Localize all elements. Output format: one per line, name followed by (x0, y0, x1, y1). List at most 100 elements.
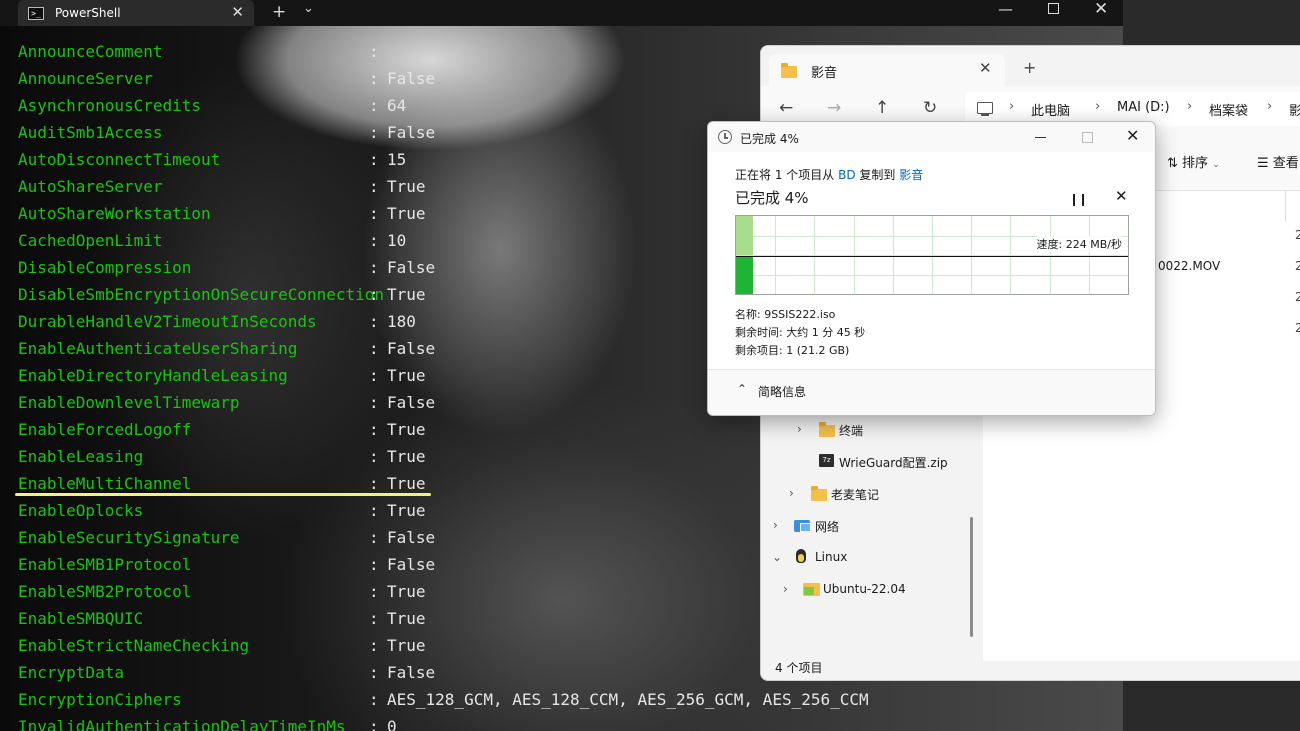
property-separator: : (369, 312, 379, 331)
property-name: EnableDownlevelTimewarp (18, 393, 240, 412)
property-value: False (387, 258, 436, 277)
scrollbar-thumb[interactable] (970, 517, 973, 637)
linux-penguin-icon (796, 549, 806, 563)
tree-item-zip[interactable]: WrieGuard配置.zip (839, 454, 948, 471)
property-name: InvalidAuthenticationDelayTimeInMs (18, 717, 346, 731)
breadcrumb-folder[interactable]: 档案袋 (1209, 100, 1248, 119)
powershell-tab[interactable]: >_ PowerShell ✕ (18, 0, 254, 26)
graph-gridline (893, 216, 894, 294)
tree-item-ubuntu[interactable]: Ubuntu-22.04 (823, 582, 906, 596)
chevron-right-icon[interactable]: › (797, 422, 802, 436)
close-window-icon[interactable]: ✕ (1094, 0, 1108, 19)
property-name: AnnounceServer (18, 69, 153, 88)
property-value: True (387, 204, 426, 223)
chevron-right-icon[interactable]: › (783, 582, 788, 596)
property-separator: : (369, 204, 379, 223)
graph-gridline (1010, 216, 1011, 294)
property-value: True (387, 177, 426, 196)
property-separator: : (369, 447, 379, 466)
property-value: 64 (387, 96, 407, 115)
computer-icon (977, 102, 993, 116)
property-name: AnnounceComment (18, 42, 163, 61)
tree-item-notes[interactable]: 老麦笔记 (831, 486, 879, 503)
chevron-up-icon: ⌃ (737, 382, 748, 396)
property-name: AutoShareServer (18, 177, 163, 196)
view-button[interactable]: ☰ 查看 (1257, 152, 1299, 171)
property-name: EnableDirectoryHandleLeasing (18, 366, 288, 385)
breadcrumb-this-pc[interactable]: 此电脑 (1031, 100, 1070, 119)
property-separator: : (369, 555, 379, 574)
copy-description: 正在将 1 个项目从 BD 复制到 影音 (735, 166, 923, 183)
tree-item-linux[interactable]: Linux (815, 550, 847, 564)
sort-button[interactable]: ⇅ 排序 ⌄ (1167, 152, 1220, 171)
property-name: EnableStrictNameChecking (18, 636, 250, 655)
folder-icon (811, 486, 827, 501)
property-name: EnableAuthenticateUserSharing (18, 339, 298, 358)
property-value: True (387, 366, 426, 385)
powershell-tab-title: PowerShell (55, 6, 121, 20)
property-name: DisableSmbEncryptionOnSecureConnection (18, 285, 385, 304)
file-name-info: 名称: 9SSIS222.iso (735, 308, 836, 321)
breadcrumb-current[interactable]: 影 (1289, 100, 1300, 119)
tree-item-network[interactable]: 网络 (815, 518, 839, 535)
minimize-icon[interactable]: — (998, 0, 1013, 18)
new-tab-icon[interactable]: + (272, 2, 286, 22)
dialog-title: 已完成 4% (740, 132, 799, 146)
property-name: CachedOpenLimit (18, 231, 163, 250)
property-name: EnableSMB2Protocol (18, 582, 192, 601)
property-name: AsynchronousCredits (18, 96, 202, 115)
details-toggle-button[interactable]: ⌃ 简略信息 (708, 369, 1155, 415)
tree-item-terminal[interactable]: 终端 (839, 422, 863, 439)
destination-link[interactable]: 影音 (899, 168, 923, 182)
property-separator: : (369, 96, 379, 115)
property-separator: : (369, 69, 379, 88)
chevron-right-icon[interactable]: › (773, 518, 778, 532)
property-value: True (387, 501, 426, 520)
file-name[interactable]: 0022.MOV (1158, 259, 1220, 273)
maximize-icon[interactable] (1048, 3, 1059, 14)
cancel-button[interactable]: ✕ (1115, 187, 1128, 205)
chevron-down-icon: ⌄ (1212, 160, 1220, 170)
chevron-right-icon[interactable]: › (789, 486, 794, 500)
property-separator: : (369, 150, 379, 169)
property-value: False (387, 528, 436, 547)
minimize-icon[interactable] (1035, 137, 1046, 138)
clock-icon (718, 130, 732, 144)
property-value: False (387, 339, 436, 358)
maximize-icon[interactable] (1082, 132, 1093, 143)
close-tab-icon[interactable]: ✕ (979, 59, 992, 77)
graph-gridline (1089, 216, 1090, 294)
forward-arrow-icon[interactable]: → (827, 98, 841, 118)
property-separator: : (369, 42, 379, 61)
property-separator: : (369, 339, 379, 358)
property-name: EncryptionCiphers (18, 690, 182, 709)
property-separator: : (369, 285, 379, 304)
chevron-down-icon[interactable]: ⌄ (303, 1, 314, 16)
back-arrow-icon[interactable]: ← (779, 98, 793, 118)
property-name: EnableSMB1Protocol (18, 555, 192, 574)
property-value: AES_128_GCM, AES_128_CCM, AES_256_GCM, A… (387, 690, 869, 709)
breadcrumb-drive[interactable]: MAI (D:) (1117, 100, 1170, 115)
speed-line (736, 256, 1128, 257)
chevron-down-icon[interactable]: ⌄ (772, 550, 782, 564)
close-tab-icon[interactable]: ✕ (231, 3, 244, 21)
property-name: EnableSecuritySignature (18, 528, 240, 547)
property-name: AuditSmb1Access (18, 123, 163, 142)
property-separator: : (369, 177, 379, 196)
graph-gridline (814, 216, 815, 294)
copy-progress-dialog: 已完成 4% ✕ 正在将 1 个项目从 BD 复制到 影音 已完成 4% ❙❙ … (707, 121, 1156, 416)
property-separator: : (369, 123, 379, 142)
property-value: 10 (387, 231, 407, 250)
desc-prefix: 正在将 1 个项目从 (735, 168, 839, 182)
explorer-tab[interactable]: 影音 ✕ (769, 54, 1005, 86)
graph-gridline (932, 216, 933, 294)
property-name: EnableSMBQUIC (18, 609, 144, 628)
new-tab-icon[interactable]: + (1023, 58, 1036, 77)
close-dialog-icon[interactable]: ✕ (1126, 126, 1139, 145)
source-link[interactable]: BD (838, 168, 855, 182)
property-separator: : (369, 501, 379, 520)
refresh-icon[interactable]: ↻ (923, 98, 937, 118)
property-value: 180 (387, 312, 416, 331)
pause-button[interactable]: ❙❙ (1069, 192, 1088, 206)
up-arrow-icon[interactable]: ↑ (875, 98, 889, 118)
